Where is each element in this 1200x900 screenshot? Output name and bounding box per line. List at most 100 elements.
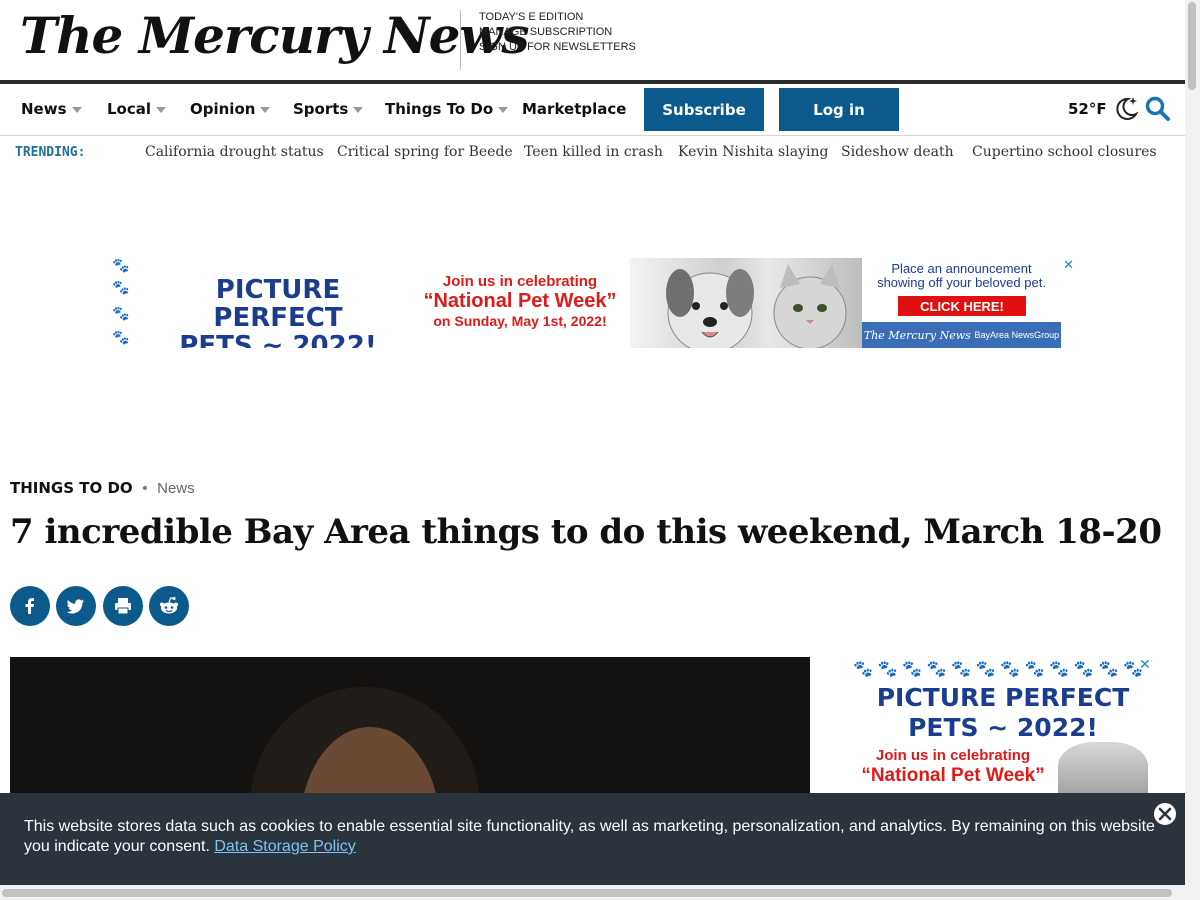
nav-item-local[interactable]: Local [107,100,167,118]
horizontal-scrollbar[interactable] [0,885,1185,900]
cookie-text: This website stores data such as cookies… [24,818,1155,855]
chevron-down-icon [260,106,271,113]
ad-brand-mercury: The Mercury News [863,328,971,342]
ad-title: PICTURE PERFECT PETS ~ 2022! [148,276,408,348]
dog-and-cat-illustration [666,264,847,348]
close-icon [1158,807,1172,821]
paw-icon: 🐾 [112,258,130,274]
cookie-banner: This website stores data such as cookies… [0,793,1185,885]
ad-title-line: PETS ~ 2022! [908,713,1098,742]
trending-link[interactable]: Sideshow death [841,144,954,160]
ad-celebrate-line: on Sunday, May 1st, 2022! [433,313,607,329]
login-button[interactable]: Log in [779,88,899,131]
trending-link[interactable]: Teen killed in crash [524,144,663,160]
facebook-icon [25,598,34,614]
weather-widget[interactable]: 52°F [1068,94,1141,124]
paw-icon: 🐾 [1049,659,1070,678]
ad-celebrate-line: Join us in celebrating [442,273,598,290]
chevron-down-icon [156,106,167,113]
ad-place-line: showing off your beloved pet. [877,275,1046,290]
data-storage-policy-link[interactable]: Data Storage Policy [214,838,355,855]
ad-pets-image [630,258,862,348]
print-icon [115,598,131,615]
banner-ad[interactable]: 🐾 🐾 🐾 🐾 PICTURE PERFECT PETS ~ 2022! Joi… [110,258,1061,348]
trending-label: TRENDING: [15,145,86,160]
ad-title: PICTURE PERFECT PETS ~ 2022! [853,683,1153,743]
ad-brand-bar: The Mercury News BayArea NewsGroup [862,322,1061,348]
chevron-down-icon [498,106,509,113]
e-edition-link[interactable]: TODAY'S E EDITION [479,10,636,25]
nav-item-marketplace[interactable]: Marketplace [522,100,626,118]
cookie-message: This website stores data such as cookies… [24,817,1164,857]
paw-icon: 🐾 [112,280,130,296]
search-icon[interactable] [1145,96,1171,122]
ad-place-text: Place an announcement showing off your b… [862,262,1061,290]
share-facebook-button[interactable] [10,586,50,626]
nav-item-opinion[interactable]: Opinion [190,100,271,118]
reddit-icon [160,596,178,614]
manage-subscription-link[interactable]: MANAGE SUBSCRIPTION [479,25,636,40]
paw-print-row: 🐾 🐾 🐾 🐾 🐾 🐾 🐾 🐾 🐾 🐾 🐾 🐾 [853,659,1143,678]
vertical-scrollbar[interactable] [1185,0,1200,900]
paw-icon: 🐾 [926,659,947,678]
vertical-scrollbar-thumb[interactable] [1188,2,1196,90]
nav-item-label: Local [107,100,152,118]
nav-item-label: News [21,100,67,118]
subscribe-button[interactable]: Subscribe [644,88,764,131]
ad-celebrate-text: Join us in celebrating “National Pet Wee… [420,273,620,329]
ad-click-here-button[interactable]: CLICK HERE! [898,296,1026,316]
subsection-link[interactable]: News [157,480,195,497]
main-nav: News Local Opinion Sports Things To Do M… [0,84,1185,136]
share-print-button[interactable] [103,586,143,626]
article-kicker: THINGS TO DO • News [10,478,195,497]
paw-icon: 🐾 [112,330,130,346]
newsletter-signup-link[interactable]: SIGN UP FOR NEWSLETTERS [479,40,636,55]
close-icon[interactable]: ✕ [1063,259,1074,273]
masthead: The Mercury News TODAY'S E EDITION MANAG… [0,0,1185,80]
paw-icon: 🐾 [1098,659,1119,678]
ad-brand-bayarea: BayArea NewsGroup [974,330,1060,340]
ad-title-line: PETS ~ 2022! [179,331,377,348]
chevron-down-icon [353,106,364,113]
horizontal-scrollbar-thumb[interactable] [2,889,1172,897]
ad-place-line: Place an announcement [891,261,1032,276]
nav-item-things-to-do[interactable]: Things To Do [385,100,509,118]
moon-stars-icon [1116,97,1139,120]
weather-temperature: 52°F [1068,100,1107,118]
nav-item-label: Things To Do [385,100,494,118]
paw-icon: 🐾 [902,659,923,678]
nav-item-label: Marketplace [522,100,627,118]
paw-icon: 🐾 [975,659,996,678]
site-logo[interactable]: The Mercury News [20,6,530,65]
cat-illustration [1058,742,1148,797]
paw-icon: 🐾 [1000,659,1021,678]
paw-icon: 🐾 [853,659,873,678]
section-link[interactable]: THINGS TO DO [10,479,133,497]
paw-print-column: 🐾 🐾 🐾 🐾 [110,258,132,348]
ad-title-line: PICTURE PERFECT [876,683,1130,712]
trending-link[interactable]: California drought status [145,144,324,160]
chevron-down-icon [71,106,82,113]
close-icon[interactable]: ✕ [1139,657,1151,673]
paw-icon: 🐾 [1073,659,1094,678]
nav-item-label: Opinion [190,100,256,118]
nav-item-sports[interactable]: Sports [293,100,364,118]
share-reddit-button[interactable] [149,586,189,626]
kicker-separator: • [140,481,150,497]
twitter-icon [66,599,84,614]
paw-icon: 🐾 [1024,659,1045,678]
nav-item-news[interactable]: News [21,100,82,118]
masthead-divider [460,10,461,70]
cookie-close-button[interactable] [1152,801,1178,827]
paw-icon: 🐾 [112,306,130,322]
sidebar-ad[interactable]: 🐾 🐾 🐾 🐾 🐾 🐾 🐾 🐾 🐾 🐾 🐾 🐾 PICTURE PERFECT … [853,657,1153,797]
trending-link[interactable]: Cupertino school closures [972,144,1157,160]
nav-item-label: Sports [293,100,349,118]
trending-link[interactable]: Kevin Nishita slaying [678,144,828,160]
ad-celebrate-line: “National Pet Week” [423,290,617,312]
ad-celebrate-line: Join us in celebrating [875,747,1031,764]
trending-link[interactable]: Critical spring for Beede [337,144,513,160]
ad-celebrate-line: “National Pet Week” [861,765,1045,786]
ad-cta-panel: Place an announcement showing off your b… [862,258,1061,348]
share-twitter-button[interactable] [56,586,96,626]
